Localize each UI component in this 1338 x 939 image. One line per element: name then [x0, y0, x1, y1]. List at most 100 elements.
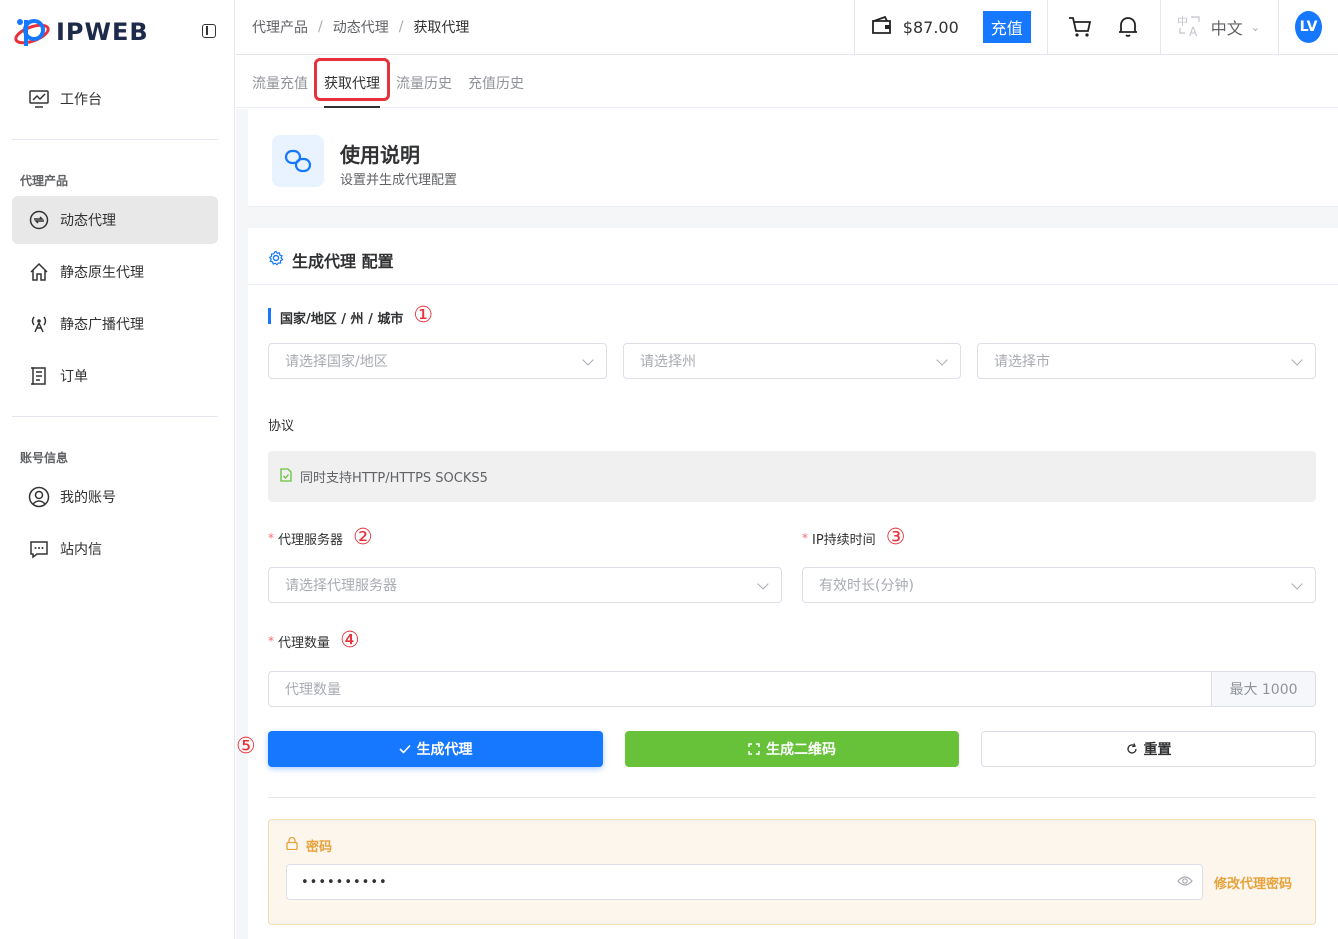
required-asterisk: * [268, 634, 274, 648]
sidebar-item-label: 站内信 [60, 542, 102, 558]
protocol-display: 同时支持HTTP/HTTPS SOCKS5 [268, 451, 1316, 502]
proxy-quantity-input[interactable]: 代理数量 [268, 671, 1212, 707]
sidebar-item-static-broadcast-proxy[interactable]: 静态广播代理 [12, 300, 218, 348]
language-switcher[interactable]: 中A 中文 ⌄ [1159, 0, 1278, 55]
server-label-text: 代理服务器 [278, 532, 344, 548]
location-label: 国家/地区 / 州 / 城市 ① [268, 305, 433, 327]
sidebar-group-proxy: 代理产品 [20, 174, 69, 188]
form-divider [268, 797, 1316, 798]
server-label: * 代理服务器 ② [268, 527, 373, 549]
breadcrumb-item[interactable]: 代理产品 [252, 17, 308, 37]
change-password-link[interactable]: 修改代理密码 [1214, 873, 1292, 892]
antenna-icon [28, 313, 50, 335]
cart-icon[interactable] [1056, 0, 1104, 55]
protocol-value: 同时支持HTTP/HTTPS SOCKS5 [300, 471, 488, 486]
sidebar-item-dynamic-proxy[interactable]: 动态代理 [12, 196, 218, 244]
section-title-text: 生成代理 配置 [292, 252, 394, 271]
country-select-placeholder: 请选择国家/地区 [285, 354, 388, 370]
generate-proxy-button[interactable]: 生成代理 [268, 731, 603, 767]
breadcrumb-separator: / [398, 19, 404, 35]
sidebar-item-label: 订单 [60, 369, 88, 385]
proxy-quantity-placeholder: 代理数量 [285, 682, 341, 698]
lock-icon [286, 836, 298, 854]
section-title: 生成代理 配置 [268, 248, 394, 272]
bell-icon[interactable] [1104, 0, 1152, 55]
reset-button[interactable]: 重置 [981, 731, 1316, 767]
chevron-down-icon [1291, 578, 1303, 590]
intro-title: 使用说明 [340, 143, 420, 167]
balance-amount: $87.00 [902, 17, 959, 37]
state-select[interactable]: 请选择州 [623, 343, 961, 379]
proxy-server-select[interactable]: 请选择代理服务器 [268, 567, 782, 603]
ip-duration-select[interactable]: 有效时长(分钟) [802, 567, 1316, 603]
sidebar-divider [12, 416, 218, 417]
password-label-text: 密码 [306, 840, 333, 855]
header-actions [1046, 0, 1160, 55]
city-select-placeholder: 请选择市 [994, 354, 1050, 370]
proxy-server-placeholder: 请选择代理服务器 [285, 578, 397, 594]
sidebar-item-label: 静态广播代理 [60, 317, 144, 333]
tab-traffic-recharge[interactable]: 流量充值 [252, 73, 308, 93]
step-marker-3: ③ [885, 525, 906, 550]
city-select[interactable]: 请选择市 [977, 343, 1316, 379]
recharge-button[interactable]: 充值 [982, 11, 1031, 43]
quantity-label-text: 代理数量 [278, 635, 331, 651]
intro-subtitle: 设置并生成代理配置 [340, 173, 458, 188]
sidebar-item-messages[interactable]: 站内信 [12, 525, 218, 573]
monitor-icon [28, 88, 50, 110]
section-divider [248, 284, 1338, 285]
country-select[interactable]: 请选择国家/地区 [268, 343, 607, 379]
required-asterisk: * [268, 531, 274, 545]
sidebar: IPWEB 工作台 代理产品 动态代理 静态原生代理 静态广播代理 订单 账号信 [0, 0, 235, 939]
sidebar-item-orders[interactable]: 订单 [12, 352, 218, 400]
reset-label: 重置 [1143, 742, 1172, 758]
password-label: 密码 [286, 836, 332, 855]
document-icon [280, 467, 292, 486]
state-select-placeholder: 请选择州 [640, 354, 696, 370]
chevron-down-icon [936, 354, 948, 366]
chevron-down-icon: ⌄ [1250, 20, 1260, 34]
sidebar-item-workbench[interactable]: 工作台 [12, 75, 218, 123]
password-input[interactable]: •••••••••• [286, 864, 1203, 900]
avatar[interactable]: LV [1295, 11, 1322, 43]
sidebar-collapse-icon[interactable] [202, 24, 216, 38]
ip-duration-placeholder: 有效时长(分钟) [819, 578, 914, 594]
step-marker-2: ② [353, 525, 373, 550]
sidebar-item-static-native-proxy[interactable]: 静态原生代理 [12, 248, 218, 296]
sidebar-item-label: 动态代理 [60, 213, 116, 229]
logo[interactable]: IPWEB [0, 0, 234, 64]
step-marker-4: ④ [340, 628, 360, 653]
check-icon [398, 744, 411, 754]
duration-label-text: IP持续时间 [812, 532, 876, 548]
wallet-icon [871, 15, 893, 39]
chevron-down-icon [757, 578, 769, 590]
sidebar-item-label: 我的账号 [60, 490, 116, 506]
sidebar-group-account: 账号信息 [20, 451, 69, 465]
eye-icon[interactable] [1177, 875, 1193, 891]
chevron-down-icon [582, 354, 594, 366]
quantity-max-addon: 最大 1000 [1212, 671, 1316, 707]
sidebar-divider [12, 139, 218, 140]
protocol-label: 协议 [268, 419, 295, 434]
active-tab-indicator [324, 106, 380, 108]
generate-proxy-label: 生成代理 [416, 742, 473, 758]
required-asterisk: * [802, 531, 808, 545]
step-marker-5: ⑤ [236, 734, 256, 759]
chevron-down-icon [1291, 354, 1303, 366]
refresh-icon [1126, 743, 1138, 755]
generate-qrcode-button[interactable]: 生成二维码 [625, 731, 959, 767]
breadcrumb-current: 获取代理 [413, 20, 470, 36]
avatar-section: LV [1278, 0, 1338, 55]
svg-text:A: A [1189, 25, 1198, 37]
user-icon [28, 486, 50, 508]
svg-text:中: 中 [1177, 15, 1188, 28]
sidebar-item-my-account[interactable]: 我的账号 [12, 473, 218, 521]
tab-traffic-history[interactable]: 流量历史 [396, 73, 452, 93]
sidebar-item-label: 工作台 [60, 92, 102, 108]
message-icon [28, 538, 50, 560]
ipweb-logo-icon [12, 14, 52, 50]
sidebar-item-label: 静态原生代理 [60, 265, 144, 281]
top-header: 代理产品 / 动态代理 / 获取代理 $87.00 充值 中A 中文 ⌄ LV [236, 0, 1338, 55]
breadcrumb-item[interactable]: 动态代理 [333, 17, 389, 37]
tab-recharge-history[interactable]: 充值历史 [468, 73, 524, 93]
